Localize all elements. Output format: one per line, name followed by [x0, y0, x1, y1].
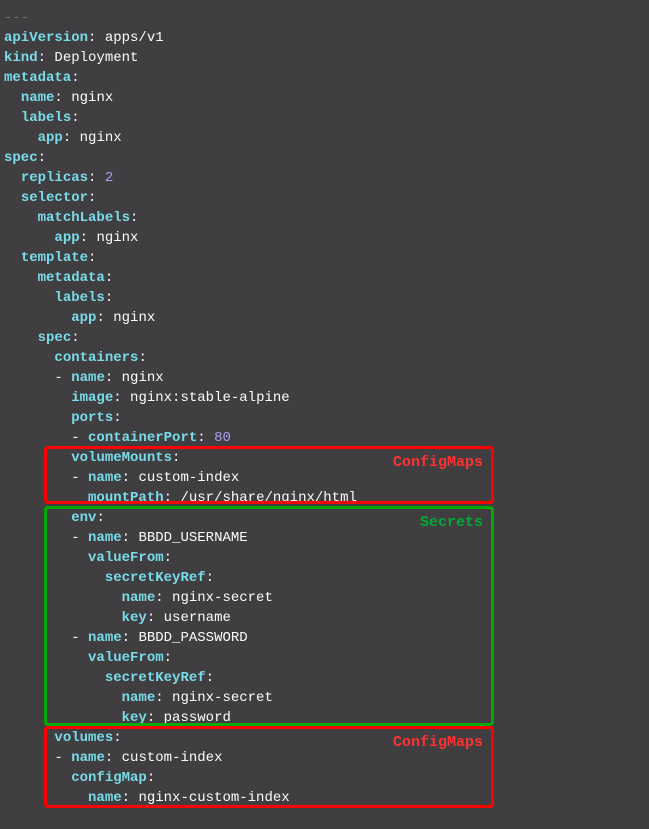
code-line: spec: — [0, 328, 649, 348]
code-line: --- — [0, 8, 649, 28]
code-line: valueFrom: — [0, 648, 649, 668]
code-line: volumes: — [0, 728, 649, 748]
code-line: - containerPort: 80 — [0, 428, 649, 448]
code-line: containers: — [0, 348, 649, 368]
code-line: - name: custom-index — [0, 468, 649, 488]
code-line: - name: BBDD_USERNAME — [0, 528, 649, 548]
code-line: name: nginx — [0, 88, 649, 108]
code-line: labels: — [0, 108, 649, 128]
code-line: mountPath: /usr/share/nginx/html — [0, 488, 649, 508]
code-line: name: nginx-secret — [0, 688, 649, 708]
code-line: name: nginx-secret — [0, 588, 649, 608]
yaml-doc-start: --- — [4, 10, 29, 26]
code-line: valueFrom: — [0, 548, 649, 568]
code-line: - name: BBDD_PASSWORD — [0, 628, 649, 648]
code-line: metadata: — [0, 68, 649, 88]
code-line: ports: — [0, 408, 649, 428]
code-line: secretKeyRef: — [0, 568, 649, 588]
code-line: image: nginx:stable-alpine — [0, 388, 649, 408]
code-line: name: nginx-custom-index — [0, 788, 649, 808]
code-line: volumeMounts: — [0, 448, 649, 468]
code-line: labels: — [0, 288, 649, 308]
code-line: - name: custom-index — [0, 748, 649, 768]
code-line: apiVersion: apps/v1 — [0, 28, 649, 48]
code-line: matchLabels: — [0, 208, 649, 228]
code-line: replicas: 2 — [0, 168, 649, 188]
code-line: env: — [0, 508, 649, 528]
code-line: - name: nginx — [0, 368, 649, 388]
code-line: template: — [0, 248, 649, 268]
yaml-code-block: --- apiVersion: apps/v1 kind: Deployment… — [0, 0, 649, 816]
code-line: app: nginx — [0, 308, 649, 328]
code-line: key: username — [0, 608, 649, 628]
code-line: secretKeyRef: — [0, 668, 649, 688]
code-line: app: nginx — [0, 128, 649, 148]
code-line: kind: Deployment — [0, 48, 649, 68]
code-line: key: password — [0, 708, 649, 728]
code-line: metadata: — [0, 268, 649, 288]
code-line: selector: — [0, 188, 649, 208]
code-line: spec: — [0, 148, 649, 168]
code-line: app: nginx — [0, 228, 649, 248]
code-line: configMap: — [0, 768, 649, 788]
